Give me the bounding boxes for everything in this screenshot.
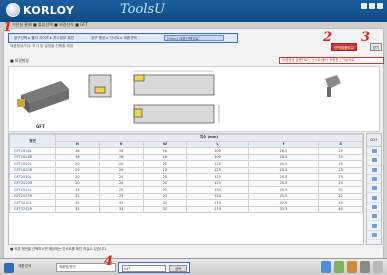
step-tabs: 공구선택 ▸ 홀더 사이즈 ▸ 치수정보 확인 공구 형상 ▸ 인서트 ▸ 재종… (8, 33, 238, 43)
dxf-cell (367, 193, 381, 203)
section-title: ■ 외경형상 (10, 58, 29, 63)
dxf-download-icon[interactable] (371, 186, 377, 191)
dimension-cell: 32 (142, 205, 188, 213)
search-label: 제품검색 (18, 264, 32, 268)
home-icon[interactable] (4, 263, 14, 273)
logo-text: KORLOY (23, 4, 75, 17)
tab-step-1[interactable]: 공구선택 ▸ 홀더 사이즈 ▸ 치수정보 확인 (12, 35, 84, 41)
annotation-1: 1 (3, 20, 13, 35)
dxf-download-icon[interactable] (371, 149, 377, 154)
annotation-4: 4 (104, 254, 114, 269)
dxf-cell (367, 203, 381, 213)
window-controls (361, 3, 383, 9)
dxf-cell (367, 212, 381, 222)
brand-title: ToolsU (120, 2, 166, 17)
dxf-download-icon[interactable] (371, 232, 377, 237)
breadcrumb-item[interactable]: ■ 외경선삭 (54, 22, 74, 27)
search-button[interactable]: 검색 (169, 264, 187, 272)
dxf-download-icon[interactable] (371, 195, 377, 200)
globe-icon (6, 3, 20, 17)
footnote: ■ 외경 형번을 선택하시면 해당하는 인서트를 확인 하실수 있습니다. (10, 247, 108, 251)
search-area: GFT 검색 (118, 262, 190, 273)
dxf-cell (367, 175, 381, 185)
dimension-cell: 32 (55, 205, 100, 213)
table-body: GFT1616L 16 16 16 100 16.5 20 GFT1616R 16 16 16 100… (9, 147, 363, 213)
app-window: KORLOY ToolsU 이전실 홈페 ■ 툴링선택 ■ 외경선삭 ■ GFT… (0, 0, 387, 275)
dimension-table: 형번 치수 (mm) H h W L f S GFT1616L 16 16 16 100… (8, 133, 364, 245)
wrench-icon[interactable] (347, 261, 357, 273)
header-bar: KORLOY ToolsU (0, 0, 387, 22)
dxf-cell (367, 221, 381, 231)
annotation-2: 2 (323, 30, 333, 45)
side-view-drawing (133, 104, 220, 124)
product-code-cell[interactable]: GFT3232R (9, 205, 56, 213)
holder-drawing-svg (17, 70, 341, 124)
dxf-download-icon[interactable] (371, 158, 377, 163)
close-icon[interactable] (377, 3, 383, 9)
minimize-icon[interactable] (361, 3, 367, 9)
dxf-download-icon[interactable] (371, 214, 377, 219)
tab-step-3[interactable]: [Step] 제품선택완료 (164, 35, 224, 41)
dimension-cell: 32.5 (247, 205, 320, 213)
breadcrumb-item[interactable]: ■ 툴링선택 (33, 22, 53, 27)
dxf-download-icon[interactable] (371, 167, 377, 172)
print-icon[interactable] (321, 261, 331, 273)
col-header: 형번 (9, 134, 56, 148)
table-row[interactable]: GFT3232R 32 32 32 170 32.5 40 (9, 205, 363, 213)
dxf-download-icon[interactable] (371, 177, 377, 182)
insert-thumbnail[interactable] (325, 75, 341, 97)
tool-drawing (8, 66, 380, 132)
settings-icon[interactable] (360, 261, 370, 273)
reference-links[interactable]: 외경형상 설명자료 | 인서트/홀더 조합표 | 기술자료 (279, 57, 384, 64)
dxf-cell (367, 231, 381, 240)
tab-step-2[interactable]: 공구 형상 ▸ 인서트 ▸ 재종선택 (89, 35, 159, 41)
dxf-column: DXF (366, 133, 382, 245)
dxf-cell (367, 184, 381, 194)
breadcrumb-item[interactable]: ■ GFT (75, 22, 88, 27)
dxf-download-icon[interactable] (371, 204, 377, 209)
dimension-cell: 170 (186, 205, 249, 213)
end-view-drawing (88, 74, 112, 98)
breadcrumb-item[interactable]: 이전실 홈페 (12, 22, 32, 27)
step-note: 제품형상/치수 보기 및 설정을 진행할 예정 (10, 44, 74, 48)
annotation-3: 3 (361, 30, 371, 45)
dimension-table-grid: 형번 치수 (mm) H h W L f S GFT1616L 16 16 16 100… (9, 134, 363, 213)
top-view-drawing (133, 70, 215, 96)
dxf-cell (367, 156, 381, 166)
close-button[interactable]: 닫기 (370, 43, 382, 51)
dxf-download-icon[interactable] (371, 223, 377, 228)
dxf-header: DXF (367, 134, 381, 147)
toolbar-icons (321, 261, 383, 273)
product-label: GFT (36, 124, 45, 129)
korloy-logo[interactable]: KORLOY (6, 3, 74, 17)
maximize-icon[interactable] (369, 3, 375, 9)
dimension-cell: 40 (318, 205, 363, 213)
tool-icon[interactable] (334, 261, 344, 273)
dimension-cell: 32 (98, 205, 144, 213)
dxf-cell (367, 166, 381, 175)
help-icon[interactable] (373, 261, 383, 273)
holder-photo (17, 81, 69, 113)
compare-button[interactable]: 선택제품비교 (331, 43, 357, 51)
search-input[interactable]: GFT (122, 264, 166, 272)
dxf-cell (367, 147, 381, 157)
